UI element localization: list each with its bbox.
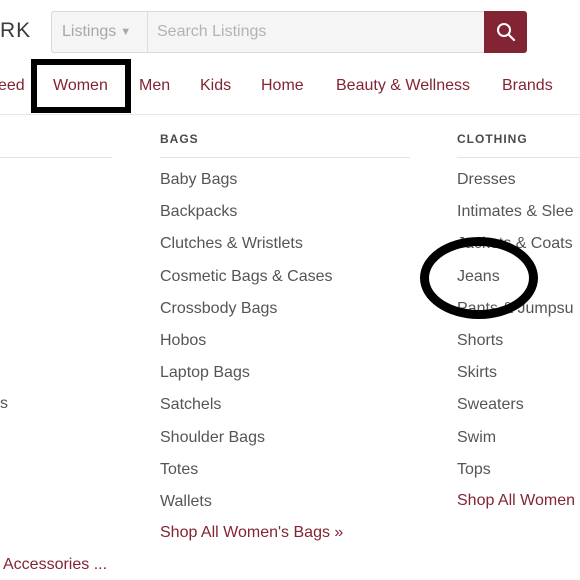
list-item[interactable]: Shorts (457, 331, 574, 363)
bags-divider (160, 157, 410, 158)
shop-all-bags-link[interactable]: Shop All Women's Bags » (160, 524, 343, 542)
nav-item-women[interactable]: Women (53, 77, 108, 95)
logo[interactable]: RK (0, 19, 31, 43)
list-item[interactable]: Totes (160, 460, 333, 492)
clothing-divider (457, 157, 580, 158)
nav-item-beauty-wellness[interactable]: Beauty & Wellness (336, 77, 470, 95)
list-item[interactable]: Jeans (457, 267, 574, 299)
left-column-item[interactable]: s (0, 395, 8, 413)
search-bar: Listings ▼ (51, 11, 527, 53)
nav-item-kids[interactable]: Kids (200, 77, 231, 95)
shop-all-accessories-link[interactable]: Accessories ... (3, 556, 107, 574)
list-item[interactable]: Dresses (457, 170, 574, 202)
nav-item-feed[interactable]: eed (0, 77, 25, 95)
list-item[interactable]: Crossbody Bags (160, 299, 333, 331)
left-column-divider (0, 157, 112, 158)
nav-item-home[interactable]: Home (261, 77, 304, 95)
list-item[interactable]: Laptop Bags (160, 363, 333, 395)
list-item[interactable]: Wallets (160, 492, 333, 524)
bags-heading: BAGS (160, 132, 199, 146)
list-item[interactable]: Swim (457, 428, 574, 460)
search-input[interactable] (149, 12, 485, 52)
search-icon (497, 23, 516, 42)
bags-list: Baby Bags Backpacks Clutches & Wristlets… (160, 170, 333, 524)
list-item[interactable]: Clutches & Wristlets (160, 234, 333, 266)
shop-all-clothing-link[interactable]: Shop All Women (457, 492, 575, 510)
list-item[interactable]: Sweaters (457, 395, 574, 427)
nav-item-men[interactable]: Men (139, 77, 170, 95)
clothing-heading: CLOTHING (457, 132, 528, 146)
list-item[interactable]: Pants & Jumpsu (457, 299, 574, 331)
search-scope-dropdown[interactable]: Listings ▼ (52, 12, 148, 52)
page: RK Listings▼ eed Women Men Kids Home Bea… (0, 0, 580, 580)
chevron-down-icon: ▼ (120, 26, 132, 38)
list-item[interactable]: Backpacks (160, 202, 333, 234)
list-item[interactable]: Satchels (160, 395, 333, 427)
list-item[interactable]: Shoulder Bags (160, 428, 333, 460)
list-item[interactable]: Cosmetic Bags & Cases (160, 267, 333, 299)
clothing-list: Dresses Intimates & Slee Jackets & Coats… (457, 170, 574, 492)
list-item[interactable]: Baby Bags (160, 170, 333, 202)
search-scope-label: Listings (62, 23, 117, 40)
list-item[interactable]: Tops (457, 460, 574, 492)
category-nav: eed Women Men Kids Home Beauty & Wellnes… (0, 62, 580, 115)
search-button[interactable] (484, 11, 527, 53)
list-item[interactable]: Intimates & Slee (457, 202, 574, 234)
nav-item-brands[interactable]: Brands (502, 77, 553, 95)
list-item[interactable]: Hobos (160, 331, 333, 363)
list-item[interactable]: Skirts (457, 363, 574, 395)
list-item[interactable]: Jackets & Coats (457, 234, 574, 266)
